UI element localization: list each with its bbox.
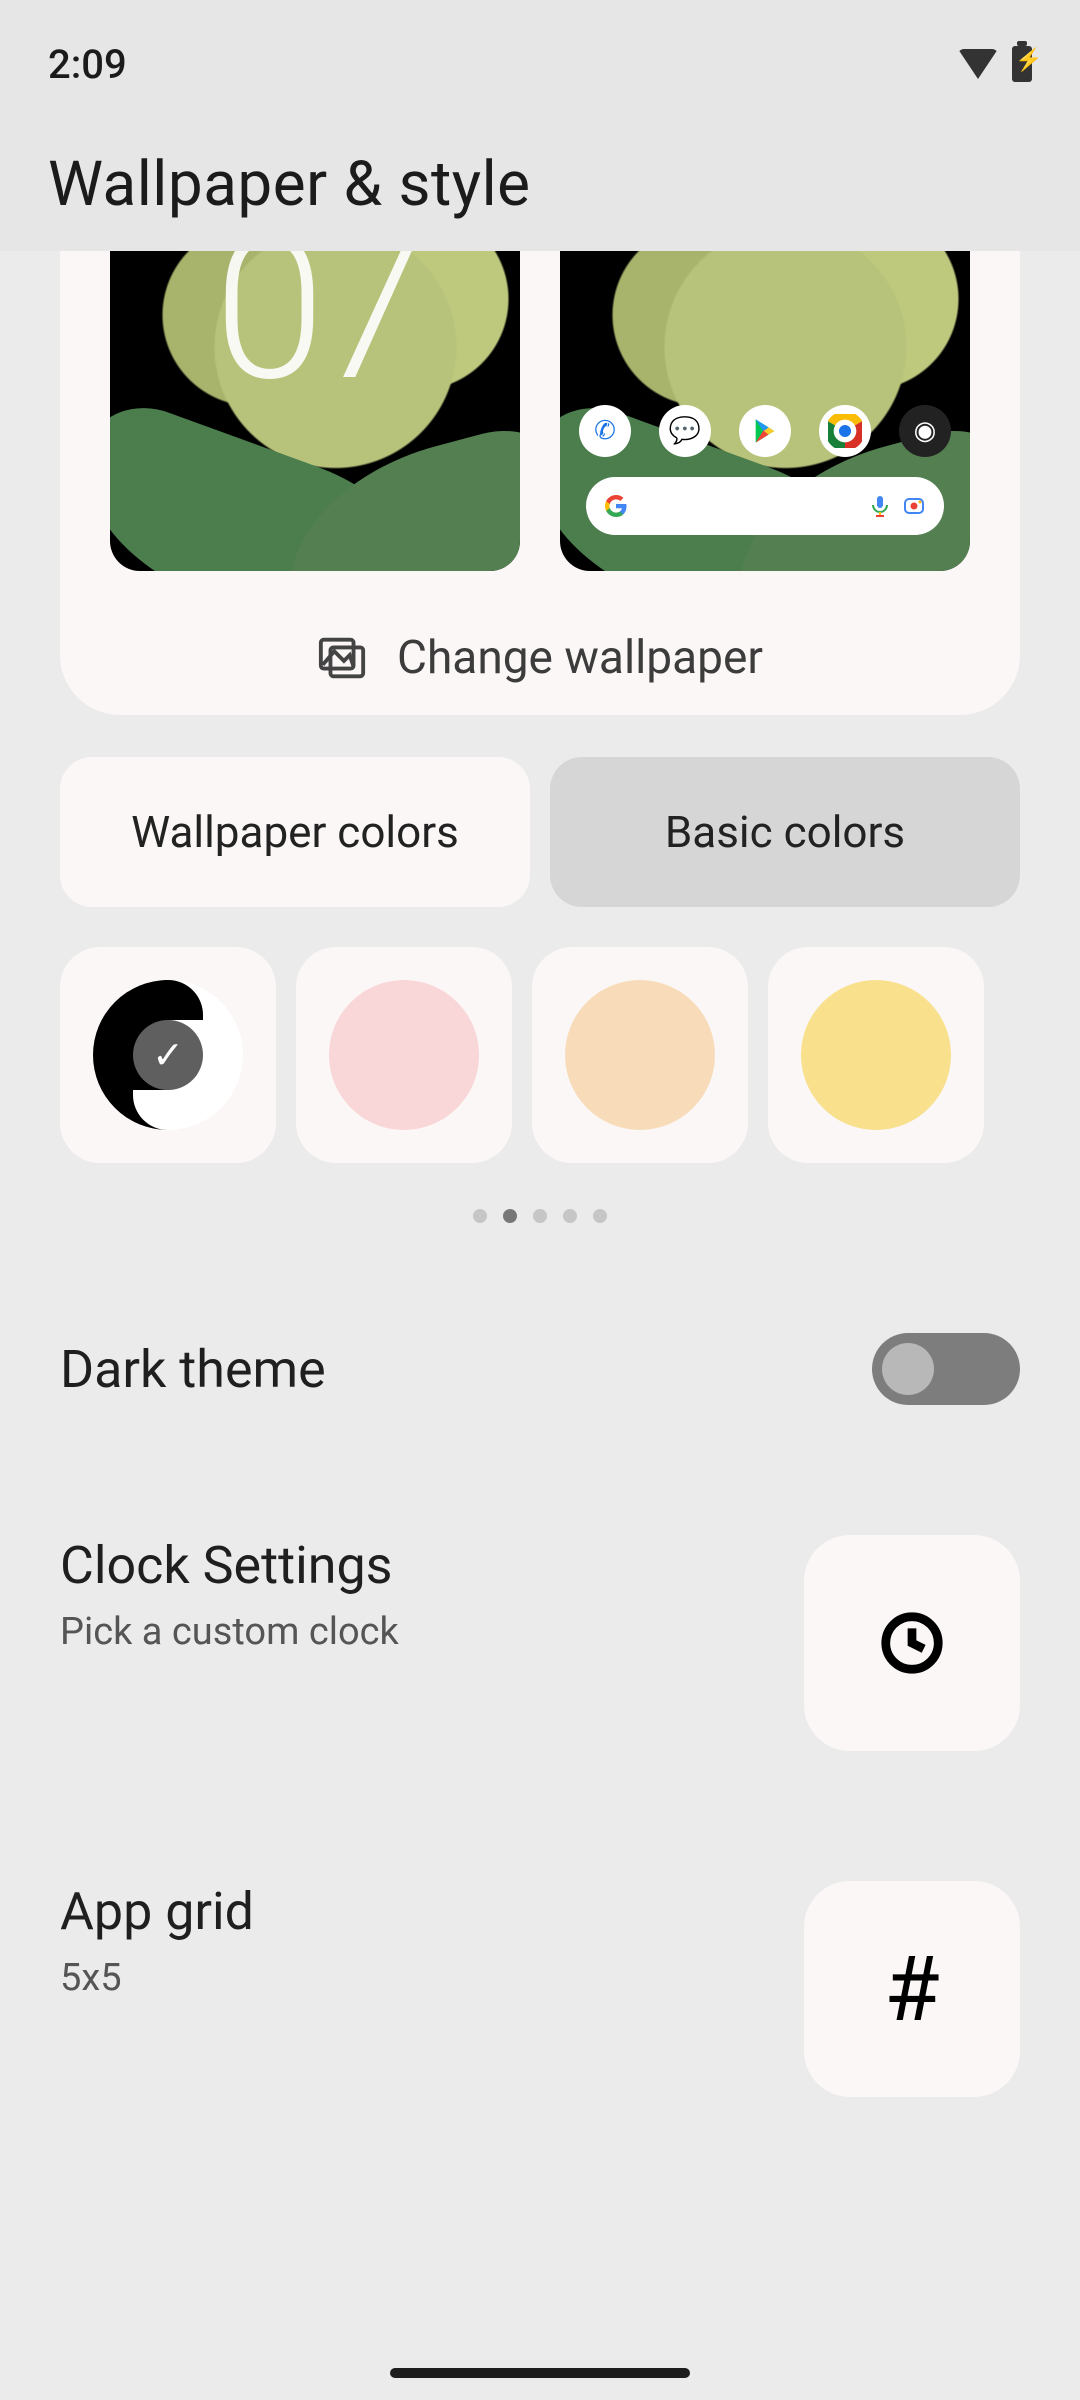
page-dot[interactable] — [473, 1209, 487, 1223]
app-grid-subtitle: 5x5 — [60, 1956, 254, 2000]
page-dot[interactable] — [563, 1209, 577, 1223]
gesture-nav-bar[interactable] — [0, 2368, 1080, 2378]
color-source-tabs: Wallpaper colors Basic colors — [60, 757, 1020, 907]
color-swatch-3[interactable] — [768, 947, 984, 1163]
color-circle-icon — [565, 980, 715, 1130]
change-wallpaper-label: Change wallpaper — [397, 631, 763, 685]
picture-icon — [317, 635, 367, 681]
statusbar-time: 2:09 — [48, 41, 127, 88]
phone-app-icon: ✆ — [579, 405, 631, 457]
messages-app-icon: 💬 — [659, 405, 711, 457]
tab-basic-colors-label: Basic colors — [665, 806, 905, 858]
clock-icon — [877, 1608, 947, 1678]
lens-icon — [902, 494, 926, 518]
camera-app-icon: ◉ — [899, 405, 951, 457]
homescreen-preview[interactable]: ✆ 💬 ◉ — [560, 251, 970, 571]
color-swatch-1[interactable] — [296, 947, 512, 1163]
clock-settings-tile[interactable] — [804, 1535, 1020, 1751]
mic-icon — [868, 494, 892, 518]
grid-icon: # — [884, 1937, 939, 2042]
google-g-icon — [604, 494, 628, 518]
app-grid-title: App grid — [60, 1881, 254, 1942]
dark-theme-toggle[interactable] — [872, 1333, 1020, 1405]
wallpaper-preview-card: 07 ✆ 💬 ◉ — [60, 251, 1020, 715]
status-bar: 2:09 — [0, 0, 1080, 100]
play-store-app-icon — [739, 405, 791, 457]
dark-theme-label: Dark theme — [60, 1339, 326, 1400]
change-wallpaper-button[interactable]: Change wallpaper — [60, 631, 1020, 685]
chrome-app-icon — [819, 405, 871, 457]
page-dot[interactable] — [533, 1209, 547, 1223]
color-circle-icon — [329, 980, 479, 1130]
wifi-icon — [958, 49, 998, 79]
color-swatch-dynamic[interactable]: ✓ — [60, 947, 276, 1163]
app-grid-row[interactable]: App grid 5x5 # — [60, 1881, 1020, 2097]
color-circle-icon — [801, 980, 951, 1130]
dark-theme-row[interactable]: Dark theme — [60, 1333, 1020, 1405]
color-swatch-row: ✓ — [60, 947, 1020, 1163]
app-grid-tile[interactable]: # — [804, 1881, 1020, 2097]
swatch-page-dots — [60, 1209, 1020, 1223]
page-dot[interactable] — [593, 1209, 607, 1223]
selected-check-icon: ✓ — [133, 1020, 203, 1090]
page-title: Wallpaper & style — [0, 100, 1080, 221]
tab-basic-colors[interactable]: Basic colors — [550, 757, 1020, 907]
color-swatch-2[interactable] — [532, 947, 748, 1163]
clock-settings-row[interactable]: Clock Settings Pick a custom clock — [60, 1535, 1020, 1751]
search-bar-preview — [586, 477, 944, 535]
clock-settings-title: Clock Settings — [60, 1535, 399, 1596]
page-dot[interactable] — [503, 1209, 517, 1223]
lockscreen-preview[interactable]: 07 — [110, 251, 520, 571]
battery-icon — [1012, 46, 1032, 82]
clock-settings-subtitle: Pick a custom clock — [60, 1610, 399, 1654]
tab-wallpaper-colors-label: Wallpaper colors — [131, 806, 459, 858]
tab-wallpaper-colors[interactable]: Wallpaper colors — [60, 757, 530, 907]
